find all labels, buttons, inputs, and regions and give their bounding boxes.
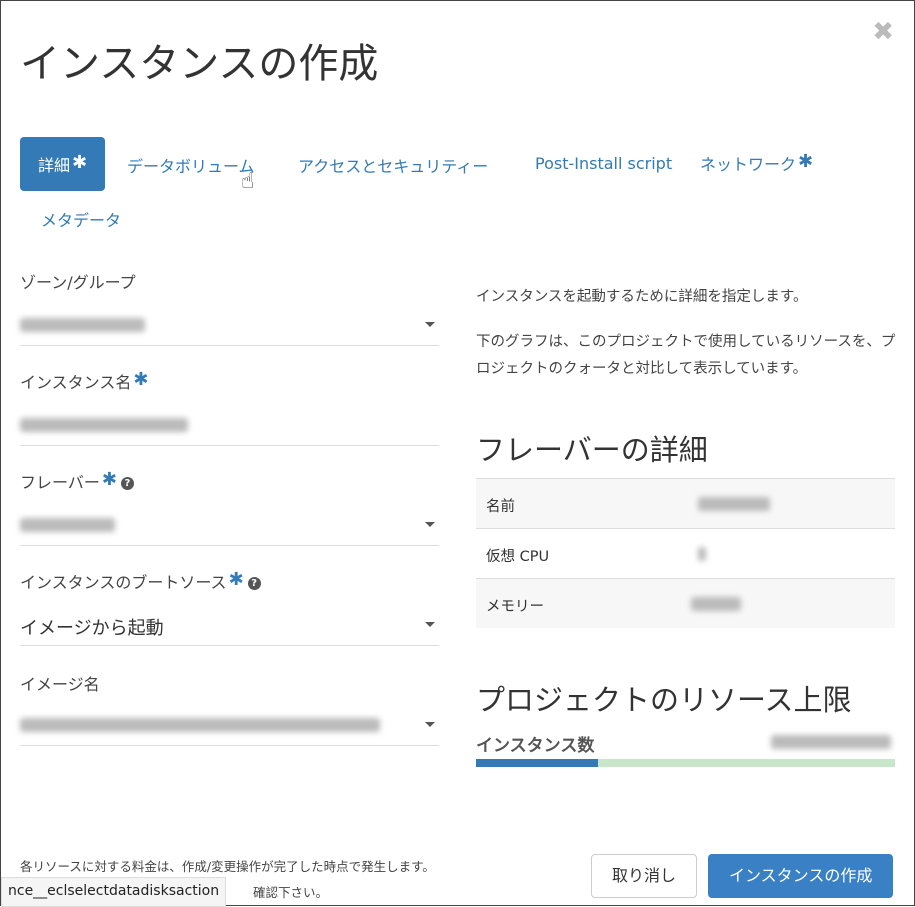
image-name-label: イメージ名 xyxy=(20,675,100,694)
status-bar-url: nce__eclselectdatadisksaction xyxy=(1,877,227,907)
help-icon[interactable]: ? xyxy=(120,477,134,490)
instance-name-value xyxy=(20,418,188,432)
zone-value xyxy=(20,318,145,332)
boot-source-select[interactable]: イメージから起動 xyxy=(20,606,439,646)
required-icon: ✱ xyxy=(228,569,244,590)
flavor-details-heading: フレーバーの詳細 xyxy=(476,433,708,467)
zone-label: ゾーン/グループ xyxy=(20,273,136,292)
info-text-1: インスタンスを起動するために詳細を指定します。 xyxy=(476,289,808,305)
label-text: インスタンス名 xyxy=(20,373,132,392)
chevron-down-icon xyxy=(425,622,435,627)
flavor-select[interactable] xyxy=(20,506,439,546)
tab-network[interactable]: ネットワーク ✱ xyxy=(700,151,813,175)
row-key: 名前 xyxy=(486,499,515,515)
tab-metadata[interactable]: メタデータ xyxy=(41,207,121,231)
row-value xyxy=(698,497,770,511)
table-row: 名前 xyxy=(476,478,895,528)
help-icon[interactable]: ? xyxy=(247,577,261,590)
table-row: 仮想 CPU xyxy=(476,528,895,578)
required-icon: ✱ xyxy=(101,469,117,490)
info-text-2: 下のグラフは、このプロジェクトで使用しているリソースを、プロジェクトのクォータと… xyxy=(476,334,896,377)
cancel-button[interactable]: 取り消し xyxy=(591,854,698,898)
progress-fill xyxy=(476,759,598,767)
tab-details[interactable]: 詳細 ✱ xyxy=(20,137,106,191)
row-value xyxy=(698,547,706,561)
instances-label: インスタンス数 xyxy=(476,736,595,756)
row-value xyxy=(691,597,741,611)
instances-progress-bar xyxy=(476,759,895,767)
flavor-details-table: 名前 仮想 CPU メモリー xyxy=(476,478,895,628)
zone-select[interactable] xyxy=(20,306,439,346)
instance-name-label: インスタンス名 ✱ xyxy=(20,369,148,393)
close-icon[interactable]: ✖ xyxy=(872,17,894,47)
required-icon: ✱ xyxy=(798,151,814,172)
flavor-label: フレーバー ✱? xyxy=(20,469,134,493)
tab-access-security[interactable]: アクセスとセキュリティー xyxy=(298,153,488,177)
row-key: メモリー xyxy=(486,599,544,615)
chevron-down-icon xyxy=(425,722,435,727)
table-row: メモリー xyxy=(476,578,895,628)
image-name-select[interactable] xyxy=(20,706,439,746)
label-text: インスタンスのブートソース xyxy=(20,573,227,592)
boot-source-label: インスタンスのブートソース ✱? xyxy=(20,569,261,593)
instances-count xyxy=(771,735,891,749)
row-key: 仮想 CPU xyxy=(486,549,550,565)
tab-post-install[interactable]: Post-Install script xyxy=(535,154,672,173)
tab-label: ネットワーク xyxy=(700,155,797,174)
required-icon: ✱ xyxy=(72,152,88,173)
image-name-value xyxy=(20,718,380,732)
dialog-title: インスタンスの作成 xyxy=(20,41,379,87)
chevron-down-icon xyxy=(425,322,435,327)
hand-cursor-icon: ☝ xyxy=(241,169,255,194)
flavor-value xyxy=(20,518,115,532)
instance-name-input[interactable] xyxy=(20,406,439,446)
boot-source-value: イメージから起動 xyxy=(20,618,164,639)
label-text: フレーバー xyxy=(20,473,100,492)
tab-data-volume[interactable]: データボリューム xyxy=(127,153,255,177)
resource-limits-heading: プロジェクトのリソース上限 xyxy=(476,683,852,717)
tab-label: 詳細 xyxy=(38,156,71,175)
create-instance-button[interactable]: インスタンスの作成 xyxy=(708,854,894,898)
chevron-down-icon xyxy=(425,522,435,527)
required-icon: ✱ xyxy=(133,369,149,390)
